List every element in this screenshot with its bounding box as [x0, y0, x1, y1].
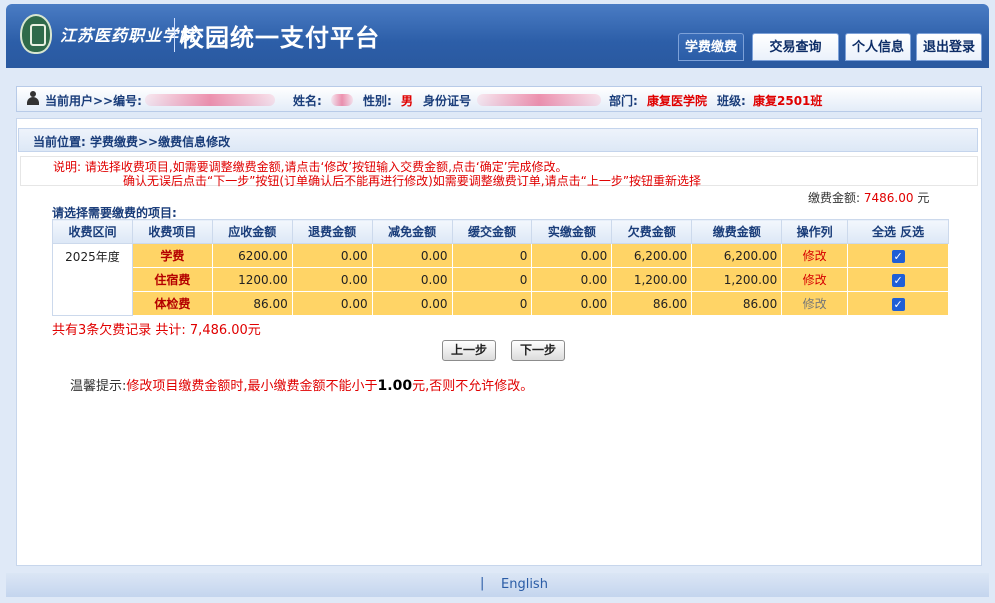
col-header: 实缴金额 [531, 219, 613, 244]
next-step-button[interactable]: 下一步 [511, 340, 565, 361]
warm-tip: 温馨提示:修改项目缴费金额时,最小缴费金额不能小于1.00元,否则不允许修改。 [70, 375, 533, 394]
row-checkbox[interactable]: ✓ [891, 273, 905, 287]
table-header-row: 收费区间 收费项目 应收金额 退费金额 减免金额 缓交金额 实缴金额 欠费金额 … [52, 219, 949, 244]
table-row: 住宿费 1200.00 0.00 0.00 0 0.00 1,200.00 1,… [53, 267, 949, 292]
receivable-cell: 1200.00 [211, 267, 293, 292]
nav-tuition-payment[interactable]: 学费缴费 [678, 33, 744, 61]
owed-cell: 86.00 [611, 291, 693, 316]
col-header: 应收金额 [211, 219, 293, 244]
fee-item: 住宿费 [131, 267, 213, 292]
deferred-cell: 0 [451, 267, 533, 292]
table-row: 2025年度 学费 6200.00 0.00 0.00 0 0.00 6,200… [52, 243, 949, 316]
user-info-bar: 当前用户>>编号: 姓名: 性别: 男 身份证号 部门: 康复医学院 班级: 康… [16, 86, 982, 112]
department-label: 部门: [609, 94, 638, 108]
redacted-id-card [477, 94, 601, 106]
fee-period: 2025年度 [52, 243, 133, 316]
current-user-label: 当前用户>>编号: [45, 94, 142, 108]
refund-cell: 0.00 [291, 243, 373, 268]
receivable-cell: 86.00 [211, 291, 293, 316]
pay-amount: 缴费金额: 7486.00 元 [808, 189, 929, 206]
title-divider [174, 18, 175, 52]
school-emblem-icon [20, 14, 52, 54]
breadcrumb: 当前位置: 学费缴费>>缴费信息修改 [18, 128, 978, 152]
refund-cell: 0.00 [291, 267, 373, 292]
user-icon [27, 91, 39, 105]
owed-cell: 1,200.00 [611, 267, 693, 292]
tip-label: 温馨提示: [70, 379, 127, 394]
waiver-cell: 0.00 [371, 267, 453, 292]
refund-cell: 0.00 [291, 291, 373, 316]
tip-text-1: 修改项目缴费金额时,最小缴费金额不能小于 [126, 379, 378, 394]
language-english-link[interactable]: English [501, 577, 548, 592]
select-all-invert-header[interactable]: 全选 反选 [847, 219, 949, 244]
edit-link[interactable]: 修改 [781, 267, 849, 292]
pay-cell: 6,200.00 [691, 243, 783, 268]
platform-title: 校园统一支付平台 [180, 24, 380, 52]
pay-amount-value: 7486.00 [863, 191, 914, 205]
tip-min-amount: 1.00 [377, 378, 413, 394]
name-label: 姓名: [293, 94, 322, 108]
edit-link[interactable]: 修改 [781, 243, 849, 268]
redacted-name [331, 94, 353, 106]
pay-amount-label: 缴费金额: [808, 191, 861, 205]
fee-table: 收费区间 收费项目 应收金额 退费金额 减免金额 缓交金额 实缴金额 欠费金额 … [52, 219, 949, 316]
footer: | English [6, 573, 989, 597]
id-card-label: 身份证号 [423, 94, 472, 108]
gender-label: 性别: [363, 94, 392, 108]
instruction-line-2: 确认无误后点击“下一步”按钮(订单确认后不能再进行修改)如需要调整缴费订单,请点… [123, 174, 702, 188]
paid-cell: 0.00 [531, 291, 613, 316]
arrears-summary: 共有3条欠费记录 共计: 7,486.00元 [52, 323, 261, 338]
deferred-cell: 0 [451, 291, 533, 316]
gender-value: 男 [401, 94, 414, 108]
breadcrumb-text: 当前位置: 学费缴费>>缴费信息修改 [33, 135, 231, 149]
table-row: 体检费 86.00 0.00 0.00 0 0.00 86.00 86.00 修… [53, 291, 949, 316]
col-header: 收费项目 [131, 219, 213, 244]
col-header: 收费区间 [52, 219, 133, 244]
nav-logout[interactable]: 退出登录 [916, 33, 982, 61]
fee-item: 学费 [131, 243, 213, 268]
redacted-id [145, 94, 275, 106]
row-checkbox[interactable]: ✓ [891, 297, 905, 311]
waiver-cell: 0.00 [371, 291, 453, 316]
nav-transaction-query[interactable]: 交易查询 [752, 33, 839, 61]
col-header: 减免金额 [371, 219, 453, 244]
col-header: 欠费金额 [611, 219, 693, 244]
tip-text-2: 元,否则不允许修改。 [412, 379, 534, 394]
pay-cell: 86.00 [691, 291, 783, 316]
owed-cell: 6,200.00 [611, 243, 693, 268]
col-header: 退费金额 [291, 219, 373, 244]
fee-item: 体检费 [131, 291, 213, 316]
pay-amount-unit: 元 [917, 191, 930, 205]
pay-cell: 1,200.00 [691, 267, 783, 292]
instruction-note: 说明: 请选择收费项目,如需要调整缴费金额,请点击‘修改’按钮输入交费金额,点击… [20, 156, 978, 188]
deferred-cell: 0 [451, 243, 533, 268]
waiver-cell: 0.00 [371, 243, 453, 268]
footer-separator: | [480, 576, 485, 591]
col-header: 操作列 [781, 219, 849, 244]
department-value: 康复医学院 [647, 94, 708, 108]
receivable-cell: 6200.00 [211, 243, 293, 268]
class-label: 班级: [717, 94, 746, 108]
edit-link-disabled: 修改 [781, 291, 849, 316]
col-header: 缓交金额 [451, 219, 533, 244]
nav-personal-info[interactable]: 个人信息 [845, 33, 911, 61]
row-checkbox[interactable]: ✓ [891, 249, 905, 263]
header: 江苏医药职业学院 校园统一支付平台 [6, 4, 989, 68]
paid-cell: 0.00 [531, 267, 613, 292]
paid-cell: 0.00 [531, 243, 613, 268]
school-name: 江苏医药职业学院 [60, 26, 197, 45]
class-value: 康复2501班 [753, 94, 823, 108]
previous-step-button[interactable]: 上一步 [442, 340, 496, 361]
col-header: 缴费金额 [691, 219, 783, 244]
